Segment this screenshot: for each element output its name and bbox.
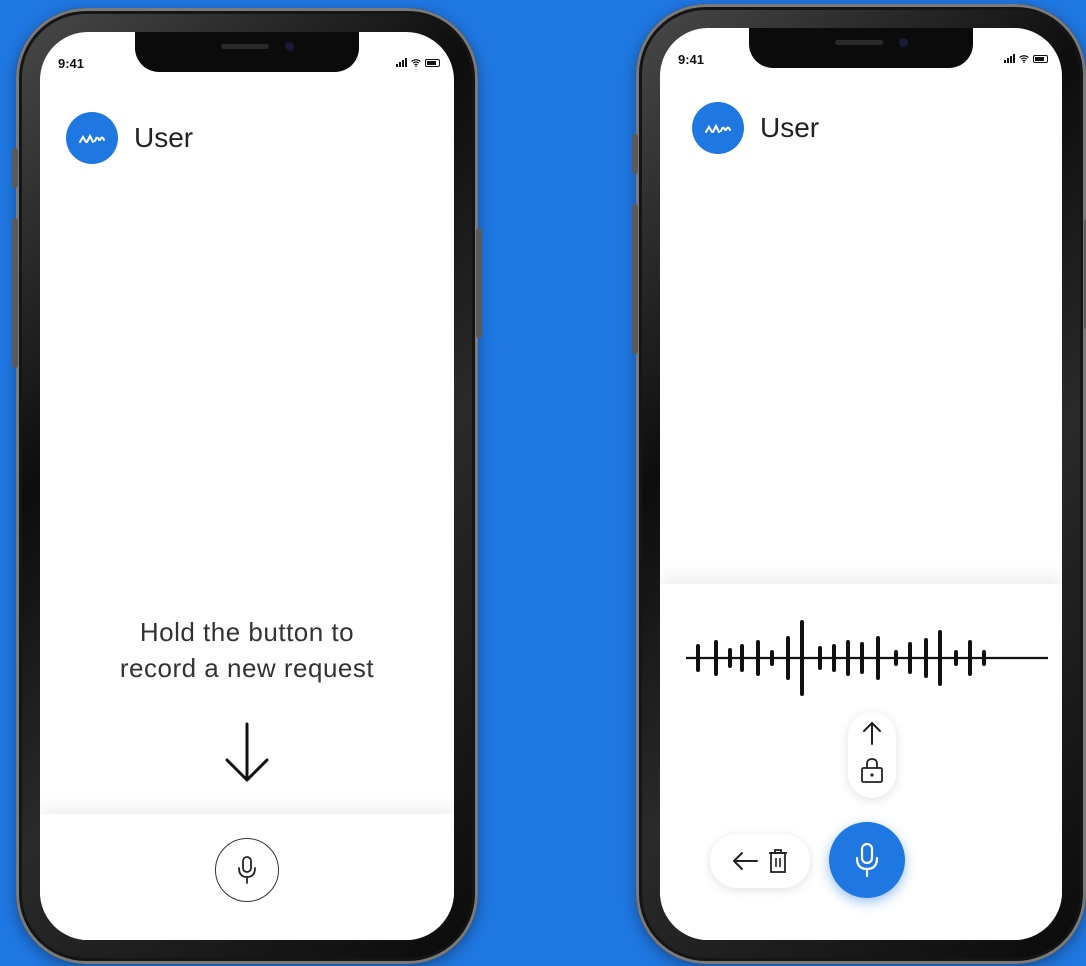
user-name: User — [760, 112, 820, 143]
screen-right: 9:41 User — [660, 28, 1062, 940]
status-time: 9:41 — [58, 56, 85, 71]
microphone-icon — [238, 856, 256, 884]
signal-icon — [1004, 54, 1015, 63]
user-name: User — [134, 122, 194, 153]
arrow-left-icon — [733, 852, 758, 870]
avatar — [66, 112, 118, 164]
hint-line-2: record a new request — [119, 653, 375, 683]
phone-right: 9:41 User — [632, 4, 1086, 964]
lock-recording-control[interactable] — [848, 712, 896, 798]
chat-header[interactable]: User — [66, 112, 193, 164]
status-time: 9:41 — [678, 52, 705, 67]
trash-icon — [769, 849, 787, 873]
phone-left: 9:41 User Hold the button to record a ne… — [12, 8, 482, 964]
status-icons — [396, 58, 440, 67]
chat-header[interactable]: User — [692, 102, 819, 154]
status-icons — [1004, 54, 1048, 63]
battery-icon — [425, 58, 440, 67]
waveform-icon — [686, 620, 1048, 696]
stage: 9:41 User Hold the button to record a ne… — [0, 0, 1086, 966]
screen-left: 9:41 User Hold the button to record a ne… — [40, 32, 454, 940]
lock-icon — [861, 758, 883, 783]
logo-icon — [79, 133, 105, 143]
cancel-recording-control[interactable] — [710, 834, 810, 888]
battery-icon — [1033, 54, 1048, 63]
record-button[interactable] — [829, 822, 905, 898]
avatar — [692, 102, 744, 154]
microphone-icon — [855, 842, 879, 878]
bottom-bar — [40, 814, 454, 940]
wifi-icon — [1019, 54, 1029, 63]
logo-icon — [705, 123, 731, 133]
record-hint: Hold the button to record a new request — [40, 614, 454, 686]
signal-icon — [396, 58, 407, 67]
record-button[interactable] — [215, 838, 279, 902]
notch — [749, 28, 973, 68]
arrow-down-icon — [225, 722, 269, 782]
hint-line-1: Hold the button to — [139, 617, 355, 647]
notch — [135, 32, 359, 72]
wifi-icon — [411, 58, 421, 67]
arrow-up-icon — [863, 722, 881, 745]
